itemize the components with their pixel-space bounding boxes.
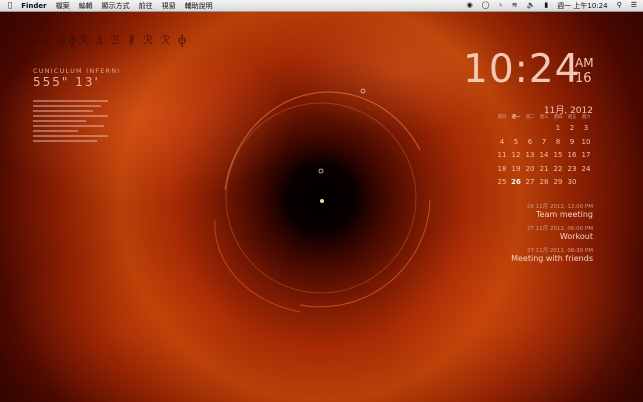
notification-list-icon[interactable]: ☰ [631,0,637,11]
calendar-day: 4 [499,137,505,146]
clock-time: 10:24 [463,47,581,92]
calendar-day: 11 [497,151,507,159]
calendar-day [523,122,537,136]
widget-subtitle: CUNICULUM INFERNI [33,67,121,75]
battery-icon[interactable]: ▮ [544,0,548,11]
menu-window[interactable]: 視窗 [162,1,176,11]
weekday-label: 週二 [525,115,535,120]
widget-notes [33,97,108,145]
calendar-week: 25 26 27 28 29 30 [495,176,599,190]
calendar-weekday-header: 週日 週一 週二 週三 週四 週五 週六 [495,114,599,122]
menubar-clock[interactable]: 週一 上午10:24 [557,1,607,11]
spotlight-search-icon[interactable]: ⚲ [617,0,622,11]
calendar-week: 11 12 13 14 15 16 17 [495,149,599,163]
calendar-day: 22 [553,164,563,173]
record-icon[interactable]: ◉ [467,0,473,11]
menu-app-finder[interactable]: Finder [21,2,46,10]
calendar-day: 5 [513,137,519,146]
chat-bubble-icon[interactable]: ◯ [482,0,490,11]
calendar-day: 25 [497,178,507,186]
calendar-day: 10 [581,137,591,146]
calendar-day: 14 [539,151,549,159]
calendar-day: 28 [539,178,549,186]
event-item: 27 11月 2012, 08:30 PM Meeting with frien… [511,246,593,263]
calendar-day: 13 [525,151,535,159]
calendar-day: 7 [541,137,547,146]
event-title: Meeting with friends [511,254,593,263]
calendar-day: 1 [555,124,561,132]
calendar-day: 15 [553,151,563,159]
calendar-day [537,122,551,136]
calendar-day [509,122,523,136]
calendar-week: 4 5 6 7 8 9 10 [495,136,599,150]
wifi-icon[interactable]: ≋ [512,0,518,11]
calendar-day [495,122,509,136]
event-date: 27 11月 2012, 08:30 PM [526,248,593,254]
weekday-label: 週三 [539,115,549,120]
calendar-day: 19 [511,164,521,173]
calendar-week: 1 2 3 [495,122,599,136]
event-title: Workout [559,232,593,241]
event-item: 26 11月 2012, 12:00 PM Team meeting [511,202,593,219]
widget-coordinates: 555" 13' [33,75,100,89]
calendar-day: 17 [581,151,591,159]
calendar-day: 18 [497,164,507,173]
menu-help[interactable]: 輔助說明 [185,1,213,11]
calendar-day: 29 [553,178,563,186]
calendar-day: 30 [567,178,577,186]
calendar-week: 18 19 20 21 22 23 24 [495,163,599,177]
calendar-day [579,176,593,190]
menu-file[interactable]: 檔案 [56,1,70,11]
calendar-day: 6 [527,137,533,146]
calendar-day: 9 [569,137,575,146]
calendar-day: 21 [539,164,549,173]
event-date: 27 11月 2012, 06:00 PM [526,226,593,232]
weekday-label: 週日 [497,115,507,120]
glyph-header: ǝ≡ ɸɸℛ ʎ ℬ ∦ ℛ ℛ ɸ [31,33,189,47]
event-date: 26 11月 2012, 12:00 PM [526,204,593,210]
menu-bar:  Finder 檔案 編輯 顯示方式 前往 視窗 輔助說明 ◉ ◯ ᛃ ≋ 🔈… [0,0,643,12]
clock-ampm: AM [575,56,594,70]
event-list: 26 11月 2012, 12:00 PM Team meeting 27 11… [511,202,593,268]
volume-icon[interactable]: 🔈 [527,0,536,11]
calendar-grid: 週日 週一 週二 週三 週四 週五 週六 1 2 3 4 5 6 7 8 9 1… [495,114,599,190]
weekday-label-today: 週一 [511,115,521,120]
weekday-label: 週五 [567,115,577,120]
event-item: 27 11月 2012, 06:00 PM Workout [511,224,593,241]
calendar-day: 20 [525,164,535,173]
bluetooth-icon[interactable]: ᛃ [499,0,503,11]
event-title: Team meeting [536,210,593,219]
calendar-day-today: 26 [511,178,521,186]
calendar-day: 24 [581,164,591,173]
calendar-day: 23 [567,164,577,173]
apple-logo-icon[interactable]:  [8,0,12,11]
clock-seconds: 16 [575,71,592,86]
menu-edit[interactable]: 編輯 [79,1,93,11]
calendar-day: 3 [583,124,589,132]
calendar-day: 12 [511,151,521,159]
calendar-day: 8 [555,137,561,146]
menu-view[interactable]: 顯示方式 [102,1,130,11]
calendar-day: 27 [525,178,535,186]
calendar-day: 16 [567,151,577,159]
weekday-label: 週六 [581,115,591,120]
menu-go[interactable]: 前往 [139,1,153,11]
calendar-day: 2 [569,124,575,132]
weekday-label: 週四 [553,115,563,120]
